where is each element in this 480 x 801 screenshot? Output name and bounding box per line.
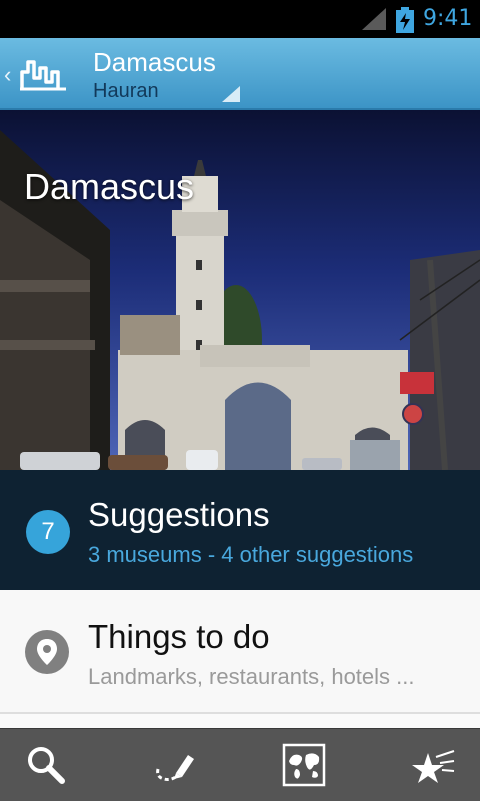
favorites-icon[interactable] — [412, 743, 456, 787]
things-to-do-row[interactable]: Things to do Landmarks, restaurants, hot… — [0, 590, 480, 714]
back-chevron-icon[interactable]: ‹ — [4, 62, 11, 88]
app-logo-icon[interactable] — [20, 56, 68, 92]
map-pin-icon — [25, 630, 69, 674]
things-to-do-subtitle: Landmarks, restaurants, hotels ... — [88, 664, 415, 689]
hero-city-caption: Damascus — [24, 166, 195, 207]
suggestions-title: Suggestions — [88, 496, 270, 533]
city-photo — [0, 110, 480, 470]
signal-icon — [362, 8, 386, 30]
action-bar: ‹ Damascus Hauran — [0, 38, 480, 110]
next-row-peek — [0, 714, 480, 728]
city-hero-image[interactable]: Damascus — [0, 110, 480, 470]
suggestions-row[interactable]: 7 Suggestions 3 museums - 4 other sugges… — [0, 470, 480, 590]
action-bar-subtitle[interactable]: Hauran — [93, 80, 159, 103]
things-to-do-title: Things to do — [88, 618, 270, 655]
action-bar-title[interactable]: Damascus — [93, 47, 216, 78]
bottom-toolbar — [0, 728, 480, 801]
dropdown-triangle-icon[interactable] — [222, 86, 240, 102]
map-icon[interactable] — [282, 743, 326, 787]
search-icon[interactable] — [24, 743, 68, 787]
suggestions-subtitle: 3 museums - 4 other suggestions — [88, 542, 414, 567]
status-time: 9:41 — [423, 6, 473, 31]
itinerary-icon[interactable] — [152, 743, 196, 787]
status-bar: 9:41 — [0, 0, 480, 38]
battery-icon — [396, 7, 414, 33]
suggestions-count-badge: 7 — [26, 510, 70, 554]
